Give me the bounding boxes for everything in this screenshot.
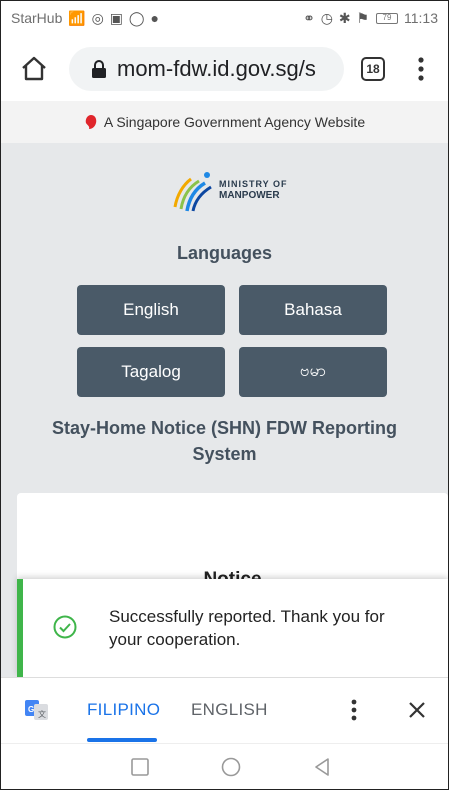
google-translate-icon[interactable]: G 文 — [25, 698, 49, 722]
translate-tab-filipino[interactable]: FILIPINO — [87, 700, 160, 720]
mom-logo-line2: MANPOWER — [219, 190, 280, 201]
language-button-burmese[interactable]: ဗမာ — [239, 347, 387, 397]
tab-switcher-button[interactable]: 18 — [361, 57, 385, 81]
home-nav-icon[interactable] — [220, 756, 242, 778]
browser-toolbar: mom-fdw.id.gov.sg/s 18 — [1, 35, 448, 101]
gov-banner: A Singapore Government Agency Website — [1, 101, 448, 143]
status-right: ⚭ ◷ ✱ ⚑ 79 11:13 — [303, 10, 438, 27]
translate-menu-icon[interactable] — [347, 698, 361, 722]
mom-logo: MINISTRY OF MANPOWER — [171, 167, 301, 213]
status-right-icons: ⚭ ◷ ✱ ⚑ — [303, 9, 370, 26]
languages-heading: Languages — [176, 243, 273, 263]
status-left: StarHub 📶 ◎ ▣ ◯ ● — [11, 10, 160, 27]
svg-text:文: 文 — [38, 709, 46, 719]
success-snackbar: Successfully reported. Thank you for you… — [17, 579, 448, 677]
check-circle-icon — [53, 615, 77, 639]
mom-logo-text: MINISTRY OF MANPOWER — [219, 179, 288, 201]
translate-bar: G 文 FILIPINO ENGLISH — [1, 677, 448, 743]
system-title: Stay-Home Notice (SHN) FDW Reporting Sys… — [51, 418, 397, 464]
close-icon[interactable] — [407, 700, 427, 720]
gov-banner-text: A Singapore Government Agency Website — [103, 114, 366, 130]
url-text: mom-fdw.id.gov.sg/s — [117, 56, 316, 81]
clock: 11:13 — [404, 10, 438, 26]
language-button-tagalog[interactable]: Tagalog — [77, 347, 225, 397]
svg-text:G: G — [28, 705, 34, 714]
battery-icon: 79 — [376, 12, 398, 24]
language-button-bahasa[interactable]: Bahasa — [239, 285, 387, 335]
mom-swoosh-icon — [173, 172, 212, 212]
snackbar-message: Successfully reported. Thank you for you… — [109, 607, 385, 649]
address-bar[interactable]: mom-fdw.id.gov.sg/s — [69, 47, 344, 91]
language-button-english[interactable]: English — [77, 285, 225, 335]
recents-icon[interactable] — [129, 756, 151, 778]
translate-tab-english[interactable]: ENGLISH — [191, 700, 268, 720]
active-tab-indicator — [87, 738, 157, 742]
system-nav-bar — [1, 743, 448, 789]
home-icon[interactable] — [19, 53, 49, 83]
browser-menu-icon[interactable] — [411, 55, 431, 83]
lock-icon — [92, 60, 106, 78]
lion-head-icon — [85, 115, 97, 129]
carrier-name: StarHub — [11, 10, 63, 26]
status-left-icons: 📶 ◎ ▣ ◯ ● — [68, 9, 160, 26]
back-icon[interactable] — [311, 756, 333, 778]
mom-logo-line1: MINISTRY OF — [219, 179, 288, 189]
status-bar: StarHub 📶 ◎ ▣ ◯ ● ⚭ ◷ ✱ ⚑ 79 11:13 — [1, 1, 448, 35]
